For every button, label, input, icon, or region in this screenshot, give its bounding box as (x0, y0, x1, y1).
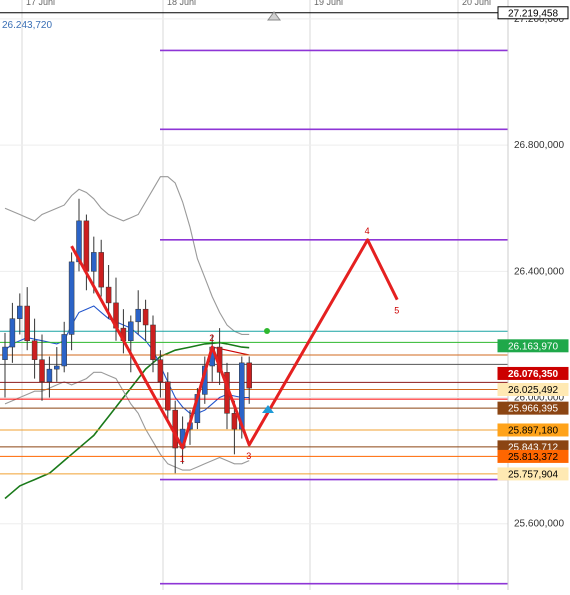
candle-body (165, 381, 171, 411)
chart-canvas: 12345 27.200,00026.800,00026.400,00026.0… (0, 0, 569, 590)
wave-point-label: 5 (394, 306, 399, 316)
candle-body (246, 362, 252, 389)
candle-body (24, 305, 30, 341)
price-tick-label: 26.400,000 (514, 266, 564, 277)
candle-body (105, 286, 112, 304)
price-tick-label: 25.600,000 (514, 519, 564, 530)
candle-body (68, 261, 75, 335)
candle-body (39, 359, 45, 383)
candle-body (9, 318, 16, 348)
price-tag-text: 26.025,492 (508, 385, 558, 396)
candle-body (98, 252, 104, 288)
horizontal-levels (0, 12, 508, 585)
wave-point-label: 3 (246, 451, 251, 461)
price-tag-text: 26.163,970 (508, 341, 558, 352)
price-tag-text: 27.219,458 (508, 8, 558, 19)
candle-body (135, 308, 141, 323)
wave-point-label: 1 (180, 454, 185, 464)
candle-body (150, 324, 156, 360)
price-tag-text: 25.897,180 (508, 425, 558, 436)
price-axis: 27.200,00026.800,00026.400,00026.000,000… (507, 0, 564, 590)
date-axis: 17 Juni 18 Juni 19 Juni 20 Juni 26.243,720 (2, 0, 491, 31)
candle-body (128, 321, 134, 341)
price-tick-label: 26.800,000 (514, 140, 564, 151)
price-tag-text: 25.813,372 (508, 452, 558, 463)
candle-body (91, 252, 97, 272)
date-label: 18 Juni (167, 0, 196, 7)
moving-average-line (4, 176, 250, 335)
trading-chart: 12345 27.200,000 26.800,000 26.400,000 26.0… (0, 0, 570, 590)
price-tag-text: 25.757,904 (508, 469, 558, 480)
date-label: 19 Juni (314, 0, 343, 7)
candle-body (46, 368, 53, 383)
price-tag-text: 25.966,395 (508, 404, 558, 415)
wave-point-label: 4 (365, 226, 370, 236)
candle-body (61, 334, 67, 367)
candle-body (2, 346, 8, 360)
candle-body (157, 359, 164, 383)
candle-body (17, 305, 23, 319)
grid (0, 0, 508, 590)
candle-body (231, 413, 238, 430)
candle-body (54, 365, 60, 370)
candle-body (31, 340, 38, 360)
price-tag-text: 26.076,350 (508, 369, 558, 380)
date-label: 20 Juni (462, 0, 491, 7)
candle-body (83, 220, 90, 272)
markers (262, 328, 274, 413)
date-label: 17 Juni (26, 0, 55, 7)
candle-body (142, 308, 149, 326)
top-left-value: 26.243,720 (2, 20, 52, 31)
green-dot-marker (264, 328, 270, 334)
wave-point-label: 2 (209, 333, 214, 343)
